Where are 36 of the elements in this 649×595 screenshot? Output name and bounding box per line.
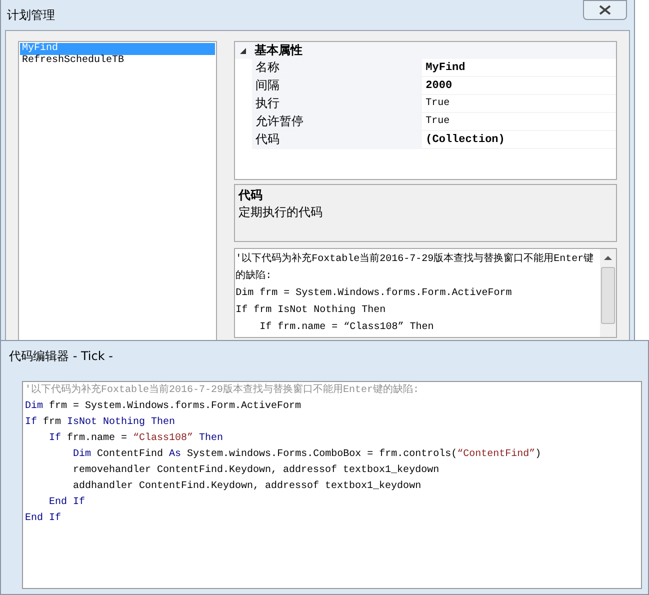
property-name: 代码	[252, 131, 422, 148]
property-name: 名称	[252, 59, 422, 76]
code-line: Dim frm = System.Windows.forms.Form.ActiveForm	[25, 400, 302, 414]
code-line: If frm.name = “Class108” Then	[48, 432, 224, 446]
property-value[interactable]: MyFind	[422, 62, 466, 74]
property-name: 执行	[252, 95, 422, 112]
code-line: If frm.name = “Class108” Then	[258, 320, 435, 335]
code-line: Dim frm = System.Windows.forms.Form.ActiveForm	[236, 286, 513, 301]
close-button[interactable]	[583, 0, 627, 20]
code-line: If frm IsNot Nothing Then	[25, 416, 176, 430]
scroll-thumb[interactable]	[601, 267, 615, 324]
description-title: 代码	[238, 187, 264, 204]
code-editor[interactable]	[22, 381, 642, 589]
code-line: If frm IsNot Nothing Then	[236, 304, 387, 318]
code-line: '以下代码为补充Foxtable当前2016-7-29版本查找与替换窗口不能用Enter键的缺陷:	[25, 383, 420, 398]
plan-item[interactable]: RefreshScheduleTB	[20, 55, 215, 67]
scrollbar[interactable]	[600, 249, 616, 337]
property-name: 允许暂停	[252, 113, 422, 130]
property-value[interactable]: True	[422, 116, 450, 127]
code-line: '以下代码为补充Foxtable当前2016-7-29版本查找与替换窗口不能用Enter键的缺陷:	[236, 252, 595, 284]
category-label: 基本属性	[254, 42, 303, 59]
close-icon	[599, 5, 611, 15]
code-line: End If	[25, 512, 62, 526]
property-value[interactable]: (Collection)	[422, 134, 505, 146]
description-text: 定期执行的代码	[238, 204, 324, 221]
code-line: removehandler ContentFind.Keydown, addressof textbox1_keydown	[72, 464, 440, 478]
property-value[interactable]: 2000	[422, 80, 452, 92]
code-line: Dim ContentFind As System.windows.Forms.ComboBox = frm.controls(“ContentFind”)	[72, 448, 542, 462]
window-title: 计划管理	[7, 6, 55, 24]
code-line: addhandler ContentFind.Keydown, addressof textbox1_keydown	[72, 480, 422, 494]
window-title: 代码编辑器 - Tick -	[8, 348, 114, 365]
property-name: 间隔	[252, 77, 422, 94]
code-line: End If	[48, 496, 86, 510]
scroll-up-icon[interactable]	[604, 255, 612, 261]
property-value[interactable]: True	[422, 98, 450, 109]
collapse-icon[interactable]	[238, 46, 247, 54]
